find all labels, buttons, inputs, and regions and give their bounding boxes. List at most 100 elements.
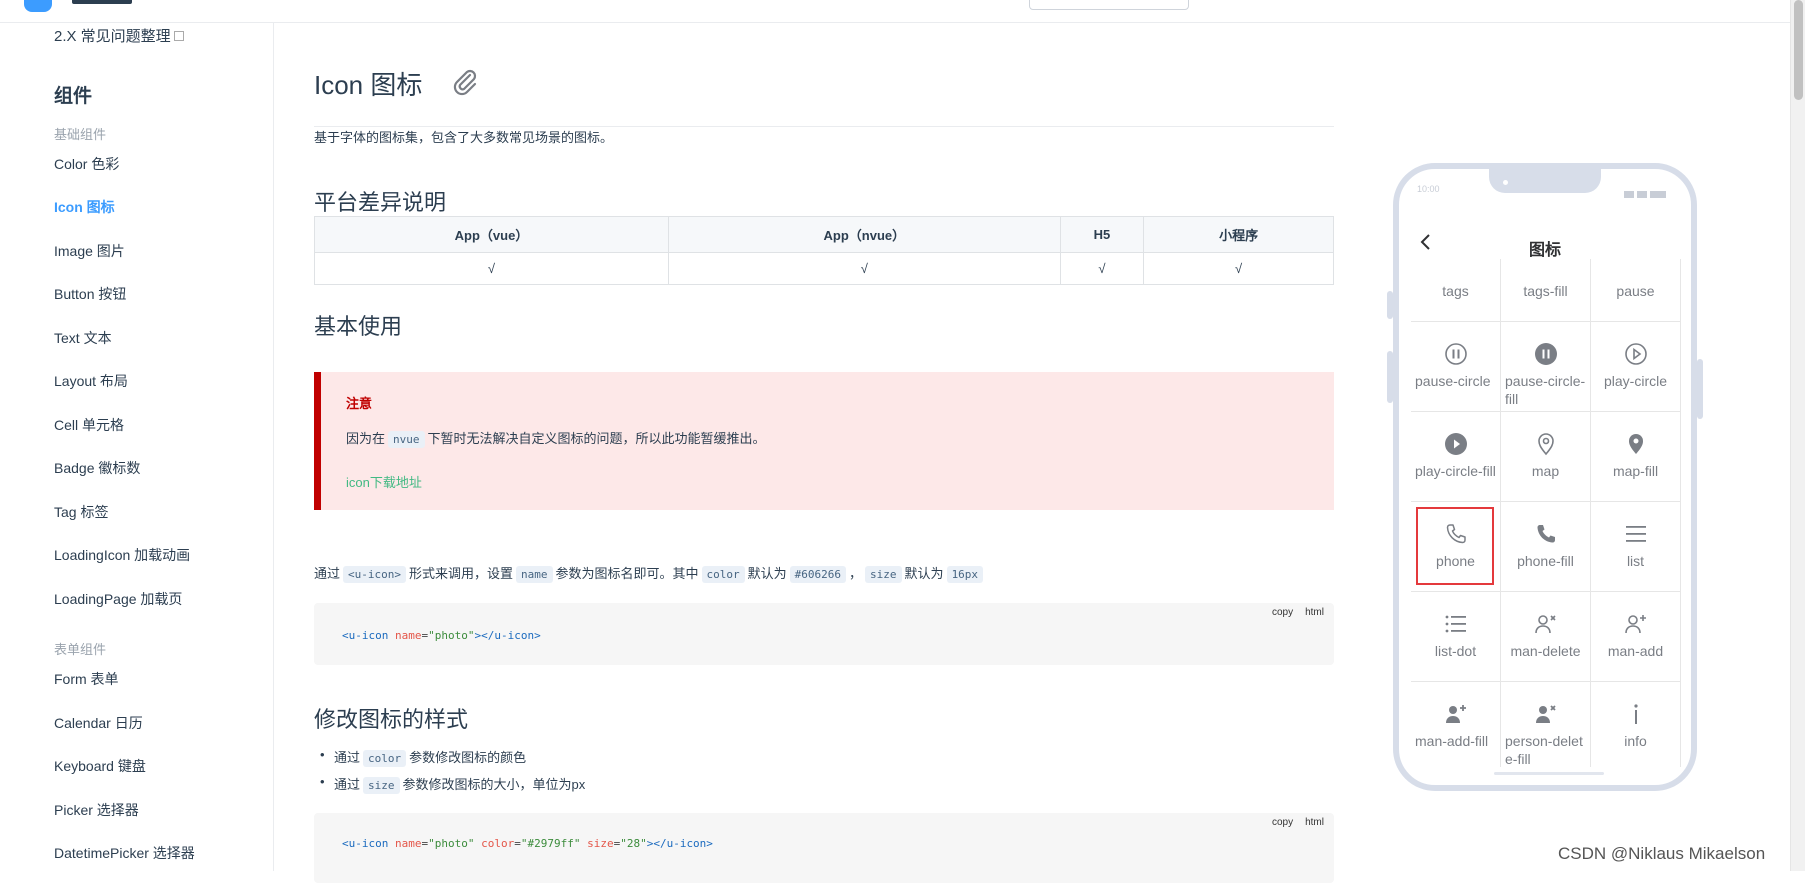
sidebar-item-layout[interactable]: Layout 布局	[54, 371, 128, 391]
logo-text[interactable]	[72, 0, 132, 4]
icon-cell-play-circle[interactable]: play-circle	[1591, 322, 1681, 412]
sidebar-item-cell[interactable]: Cell 单元格	[54, 415, 124, 435]
sidebar-item-loadingicon[interactable]: LoadingIcon 加载动画	[54, 545, 190, 565]
icon-download-link[interactable]: icon下载地址	[346, 472, 422, 491]
sidebar-item-loadingpage[interactable]: LoadingPage 加载页	[54, 589, 182, 609]
page-title: Icon 图标	[314, 70, 423, 100]
table-cell: √	[314, 252, 669, 285]
play-circle-fill-icon	[1445, 433, 1467, 455]
usage-part: 形式来调用，设置	[409, 566, 514, 581]
sidebar-item-badge[interactable]: Badge 徽标数	[54, 458, 140, 478]
phone-side-button	[1387, 291, 1393, 319]
page-scrollbar[interactable]	[1790, 0, 1805, 871]
map-icon	[1538, 433, 1554, 456]
inline-code: 16px	[946, 566, 984, 583]
sidebar-item-text[interactable]: Text 文本	[54, 328, 112, 348]
icon-cell-tags-fill[interactable]: tags-fill	[1501, 259, 1591, 322]
icon-cell-pause-circle[interactable]: pause-circle	[1411, 322, 1501, 412]
code-block-basic: copy html <u-icon name="photo"></u-icon>	[314, 603, 1334, 665]
usage-part: 默认为	[904, 566, 944, 581]
icon-label: man-add-fill	[1415, 733, 1489, 749]
icon-label: pause	[1616, 283, 1655, 299]
table-cell: √	[1143, 252, 1334, 285]
icon-cell-phone-fill[interactable]: phone-fill	[1501, 502, 1591, 592]
inline-code: nvue	[388, 431, 425, 448]
external-link-icon	[173, 31, 184, 41]
sidebar-item-image[interactable]: Image 图片	[54, 241, 125, 261]
copy-button[interactable]: copy	[1272, 817, 1293, 828]
code-line: <u-icon name="photo"></u-icon>	[342, 629, 541, 642]
platform-table: App（vue） App（nvue） H5 小程序 √ √ √ √	[314, 216, 1334, 285]
sidebar-item-keyboard[interactable]: Keyboard 键盘	[54, 756, 146, 776]
inline-code: color	[701, 566, 745, 583]
table-row: √ √ √ √	[314, 252, 1334, 285]
logo-icon[interactable]	[24, 0, 52, 12]
sidebar-item-calendar[interactable]: Calendar 日历	[54, 713, 143, 733]
sidebar-item-faq-label[interactable]: 2.X 常见问题整理	[54, 28, 171, 45]
sidebar-item-icon[interactable]: Icon 图标	[54, 197, 115, 217]
man-add-fill-icon	[1446, 705, 1466, 723]
icon-cell-map-fill[interactable]: map-fill	[1591, 412, 1681, 502]
sidebar-item-faq[interactable]: 2.X 常见问题整理	[54, 25, 184, 46]
icon-cell-play-circle-fill[interactable]: play-circle-fill	[1411, 412, 1501, 502]
code-tag: ></u-icon>	[646, 837, 713, 850]
icon-cell-pause[interactable]: pause	[1591, 259, 1681, 322]
icon-grid: tags tags-fill pause pause-circle pause-…	[1411, 259, 1683, 767]
icon-cell-man-add-fill[interactable]: man-add-fill	[1411, 682, 1501, 767]
paperclip-icon[interactable]	[450, 67, 480, 97]
icon-cell-info[interactable]: info	[1591, 682, 1681, 767]
sidebar-item-tag[interactable]: Tag 标签	[54, 502, 108, 522]
usage-part: 通过	[314, 566, 341, 581]
page-description: 基于字体的图标集，包含了大多数常见场景的图标。	[314, 130, 614, 145]
tip-text: 通过	[334, 777, 361, 792]
icon-label: tags-fill	[1523, 283, 1568, 299]
code-tag: <u-icon	[342, 837, 389, 850]
copy-button[interactable]: copy	[1272, 607, 1293, 618]
icon-label: person-delete-fill	[1505, 733, 1583, 767]
search-input[interactable]	[1029, 0, 1189, 10]
icon-cell-man-delete[interactable]: man-delete	[1501, 592, 1591, 682]
warning-text: 因为在 nvue 下暂时无法解决自定义图标的问题，所以此功能暂缓推出。	[346, 428, 766, 448]
code-value: "photo"	[428, 837, 475, 850]
icon-cell-man-add[interactable]: man-add	[1591, 592, 1681, 682]
sidebar-subtitle-basic: 基础组件	[54, 127, 107, 142]
icon-cell-tags[interactable]: tags	[1411, 259, 1501, 322]
sidebar-item-form[interactable]: Form 表单	[54, 669, 119, 689]
sidebar-item-color[interactable]: Color 色彩	[54, 154, 119, 174]
page-title-bar: Icon 图标	[314, 65, 1334, 127]
table-header-cell: App（vue）	[314, 216, 669, 253]
icon-cell-person-delete-fill[interactable]: person-delete-fill	[1501, 682, 1591, 767]
usage-part: 参数为图标名即可。其中	[555, 566, 699, 581]
icon-cell-map[interactable]: map	[1501, 412, 1591, 502]
tip-text: 参数修改图标的大小，单位为px	[402, 777, 586, 792]
highlight-box	[1416, 507, 1494, 585]
icon-cell-list[interactable]: list	[1591, 502, 1681, 592]
list-icon	[1626, 526, 1646, 542]
sidebar-item-button[interactable]: Button 按钮	[54, 284, 126, 304]
play-circle-icon	[1625, 343, 1647, 365]
icon-cell-pause-circle-fill[interactable]: pause-circle-fill	[1501, 322, 1591, 412]
table-header-cell: 小程序	[1143, 216, 1334, 253]
inline-code: size	[363, 777, 400, 794]
table-cell: √	[1059, 252, 1145, 285]
signal-icon	[1621, 185, 1669, 198]
sidebar-item-picker[interactable]: Picker 选择器	[54, 800, 139, 820]
scrollbar-thumb[interactable]	[1794, 0, 1803, 100]
icon-cell-list-dot[interactable]: list-dot	[1411, 592, 1501, 682]
code-tools: copy html	[1260, 817, 1324, 828]
tip-text: 通过	[334, 750, 361, 765]
inline-code: #606266	[789, 566, 847, 583]
sidebar-item-datetimepicker[interactable]: DatetimePicker 选择器	[54, 843, 195, 863]
phone-side-button	[1387, 351, 1393, 403]
list-item: 通过size参数修改图标的大小，单位为px	[318, 774, 586, 794]
icon-label: map	[1531, 463, 1560, 479]
icon-label: man-delete	[1510, 643, 1581, 659]
icon-label: list	[1626, 553, 1645, 569]
list-dot-icon	[1445, 615, 1466, 633]
man-add-icon	[1625, 615, 1646, 634]
home-indicator	[1494, 772, 1604, 775]
tips-list: 通过color参数修改图标的颜色 通过size参数修改图标的大小，单位为px	[318, 747, 585, 801]
icon-label: map-fill	[1612, 463, 1659, 479]
section-style-title: 修改图标的样式	[314, 707, 469, 732]
code-lang-label: html	[1305, 817, 1324, 828]
